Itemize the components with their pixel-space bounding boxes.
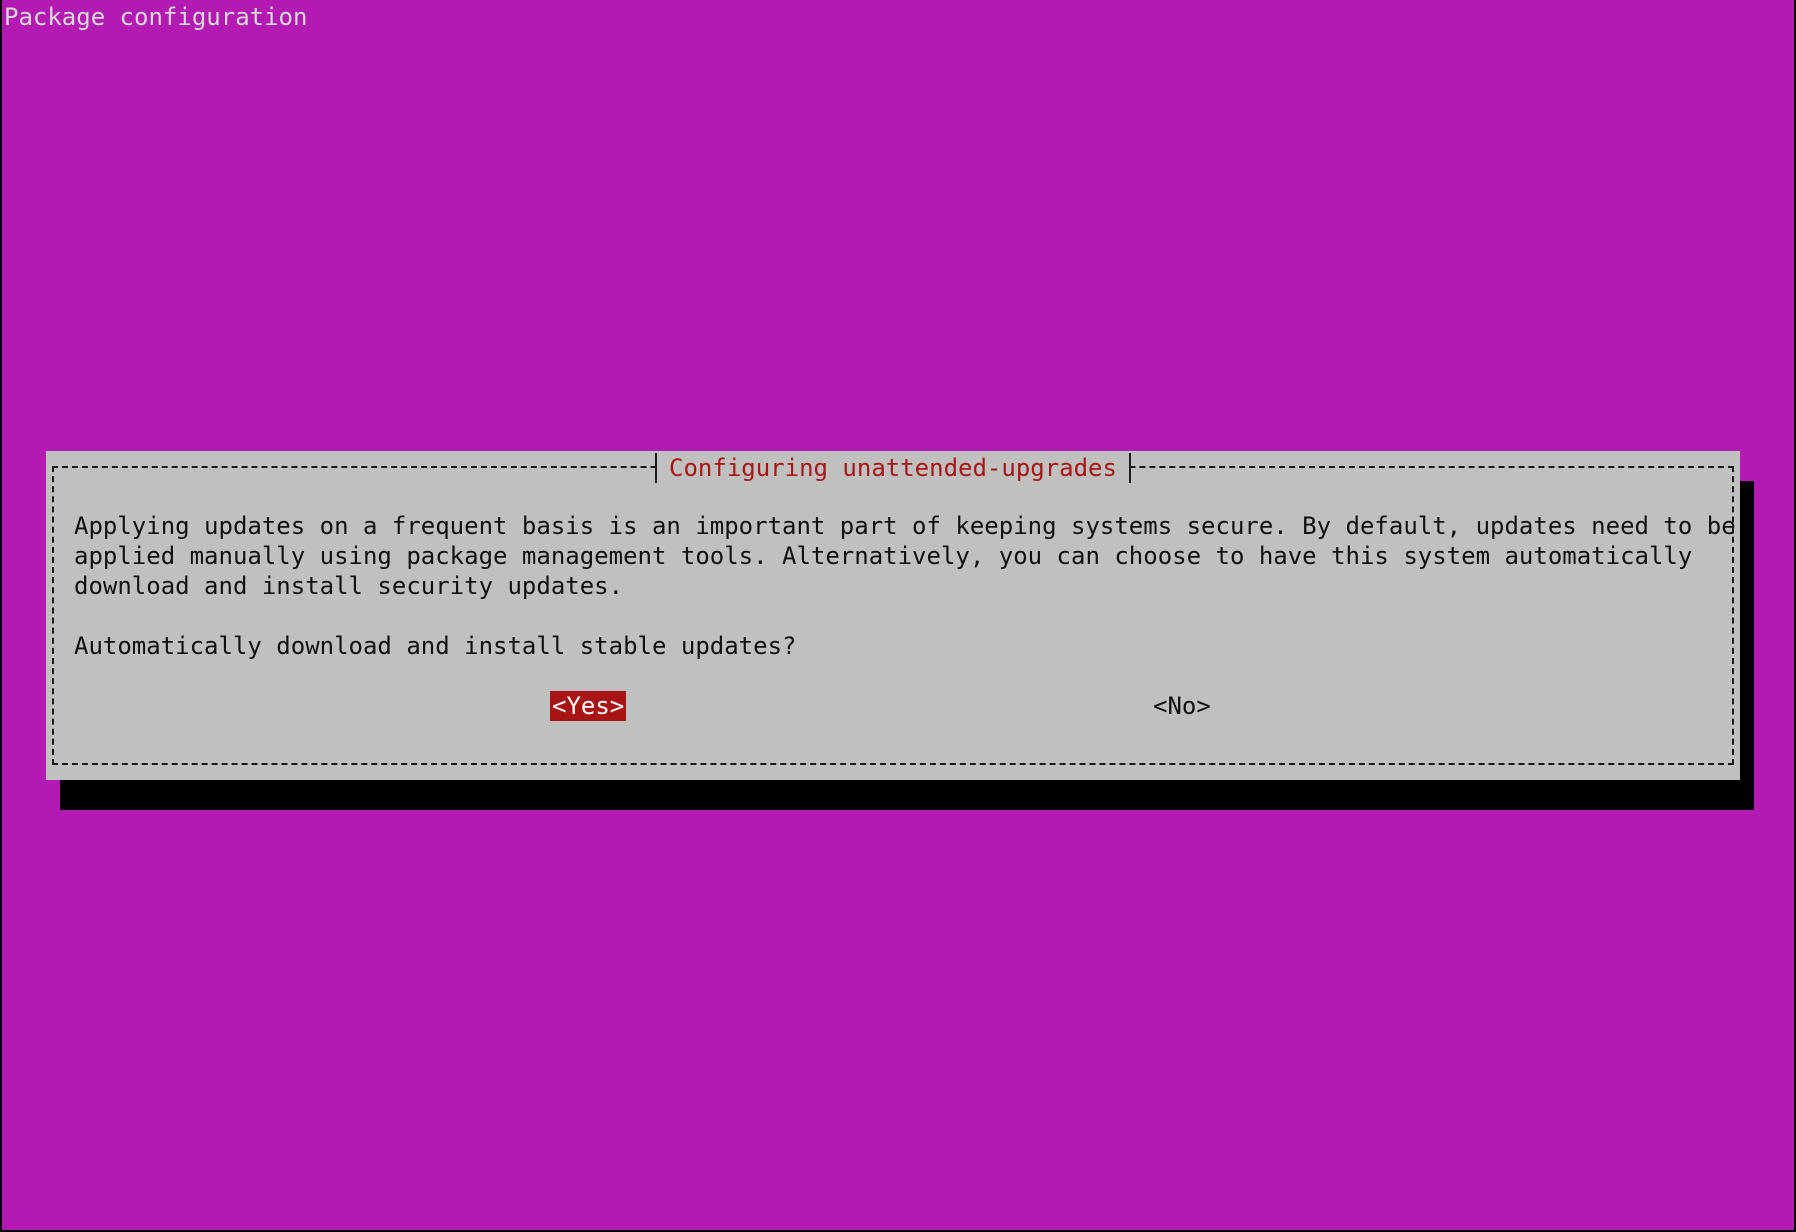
description-line: Applying updates on a frequent basis is … xyxy=(74,512,1736,540)
dialog-title-wrap: Configuring unattended-upgrades xyxy=(46,451,1740,483)
description-line: applied manually using package managemen… xyxy=(74,542,1693,570)
dialog-question: Automatically download and install stabl… xyxy=(74,632,797,660)
description-line: download and install security updates. xyxy=(74,572,624,600)
no-button[interactable]: <No> xyxy=(1153,691,1211,721)
dialog-body: Applying updates on a frequent basis is … xyxy=(74,511,1736,661)
configuration-dialog: Configuring unattended-upgrades Applying… xyxy=(46,451,1740,780)
yes-button[interactable]: <Yes> xyxy=(550,691,627,721)
screen-title: Package configuration xyxy=(4,3,308,31)
dialog-title: Configuring unattended-upgrades xyxy=(655,453,1131,483)
